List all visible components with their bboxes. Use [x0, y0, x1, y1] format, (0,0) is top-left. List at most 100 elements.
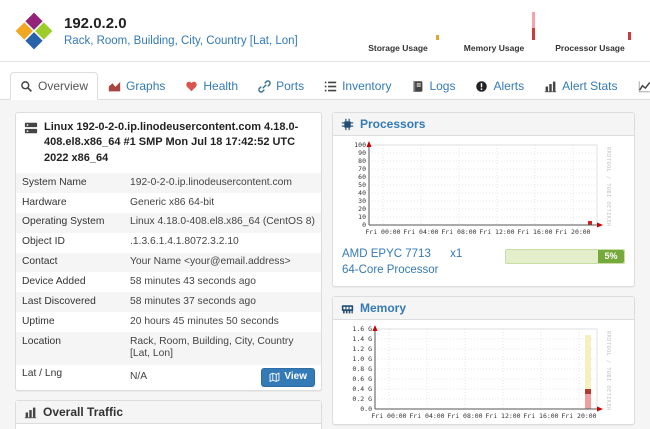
table-row: Operating System Linux 4.18.0-408.el8.x8… — [16, 213, 321, 233]
minigraph-processor[interactable]: Processor Usage — [544, 8, 636, 53]
traffic-chart-icon — [24, 406, 37, 419]
cpu-description: 64-Core Processor — [342, 263, 462, 279]
table-row: Contact Your Name <your@email.address> — [16, 253, 321, 273]
tab-alert-stats[interactable]: Alert Stats — [534, 72, 627, 100]
tab-inventory[interactable]: Inventory — [314, 72, 401, 100]
device-overview-page: 192.0.2.0 Rack, Room, Building, City, Co… — [0, 0, 650, 429]
minigraph-storage-label: Storage Usage — [368, 43, 428, 53]
tick-label: Fri 04:00 — [403, 228, 438, 236]
bar-chart-icon — [544, 80, 557, 93]
tick-label: 50 — [358, 181, 366, 189]
tab-label: Graphs — [126, 79, 165, 93]
tick-label: Fri 16:00 — [523, 412, 558, 420]
header-minigraphs: Storage Usage Memory Usage Processor Usa… — [352, 8, 636, 53]
tab-logs[interactable]: Logs — [401, 72, 465, 100]
row-label: Location — [16, 332, 128, 365]
heart-icon — [185, 80, 198, 93]
tab-health[interactable]: Health — [175, 72, 248, 100]
tab-ports[interactable]: Ports — [248, 72, 314, 100]
view-map-label: View — [284, 371, 307, 384]
tick-label: 0.4 G — [352, 385, 372, 393]
minigraph-memory[interactable]: Memory Usage — [448, 8, 540, 53]
overall-traffic-title: Overall Traffic — [43, 405, 123, 419]
processors-title[interactable]: Processors — [360, 117, 425, 131]
processors-graph[interactable]: 100 90 80 70 60 50 40 30 20 10 0 Fri 00:… — [339, 139, 628, 239]
right-column: Processors 100 90 80 70 60 — [332, 112, 635, 425]
microchip-icon — [341, 118, 354, 131]
row-label: Contact — [16, 253, 128, 273]
left-column: Linux 192-0-2-0.ip.linodeusercontent.com… — [15, 112, 322, 429]
line-chart-icon — [638, 80, 650, 93]
list-icon — [324, 80, 337, 93]
overall-traffic-header: Overall Traffic — [16, 401, 321, 424]
memory-icon — [341, 302, 354, 315]
tick-label: Fri 00:00 — [365, 228, 400, 236]
latlng-value: N/A — [130, 371, 147, 384]
memory-title[interactable]: Memory — [360, 301, 406, 315]
tick-label: Fri 00:00 — [371, 412, 406, 420]
memory-graph[interactable]: 1.6 G 1.4 G 1.2 G 1.0 G 0.8 G 0.6 G 0.4 … — [339, 323, 628, 423]
map-icon — [269, 372, 280, 383]
minigraph-storage[interactable]: Storage Usage — [352, 8, 444, 53]
tab-label: Overview — [38, 79, 88, 93]
system-table: System Name 192-0-2-0.ip.linodeuserconte… — [16, 173, 321, 390]
system-info-card: Linux 192-0-2-0.ip.linodeusercontent.com… — [15, 112, 322, 391]
tick-label: 1.0 G — [352, 355, 372, 363]
row-value: Generic x86 64-bit — [128, 193, 321, 213]
cpu-info: AMD EPYC 7713 x1 64-Core Processor — [342, 247, 462, 278]
overall-traffic-card: Overall Traffic 150 k 100 k 50 k — [15, 400, 322, 429]
tab-alerts[interactable]: Alerts — [465, 72, 534, 100]
minigraph-memory-label: Memory Usage — [464, 43, 524, 53]
tab-overview[interactable]: Overview — [10, 72, 98, 100]
table-row: Location Rack, Room, Building, City, Cou… — [16, 332, 321, 365]
overview-content: Linux 192-0-2-0.ip.linodeusercontent.com… — [0, 100, 650, 429]
row-label: Last Discovered — [16, 292, 128, 312]
row-label: System Name — [16, 173, 128, 193]
rrdtool-watermark: RRDTOOL / TOBI OETIKER — [605, 147, 611, 227]
row-value: 58 minutes 37 seconds ago — [128, 292, 321, 312]
tick-label: 1.6 G — [352, 325, 372, 333]
tick-label: Fri 08:00 — [441, 228, 476, 236]
tick-label: 30 — [358, 197, 366, 205]
table-row: Object ID .1.3.6.1.4.1.8072.3.2.10 — [16, 233, 321, 253]
view-map-button[interactable]: View — [261, 368, 315, 387]
cpu-count: x1 — [450, 248, 462, 260]
tick-label: Fri 04:00 — [409, 412, 444, 420]
tick-label: 1.4 G — [352, 335, 372, 343]
minigraph-processor-label: Processor Usage — [555, 43, 624, 53]
table-row: Device Added 58 minutes 43 seconds ago — [16, 272, 321, 292]
tick-label: 100 — [354, 141, 366, 149]
tab-label: Ports — [276, 79, 304, 93]
cpu-usage-bar: 5% — [505, 249, 625, 264]
cpu-usage-value: 5% — [598, 250, 624, 263]
device-ip: 192.0.2.0 — [64, 15, 298, 32]
memory-card: Memory 1.6 G 1.4 G 1.2 G — [332, 296, 635, 425]
tick-label: Fri 20:00 — [555, 228, 590, 236]
tab-latency[interactable]: Latency — [628, 72, 650, 100]
device-header: 192.0.2.0 Rack, Room, Building, City, Co… — [0, 0, 650, 62]
device-location-link[interactable]: Rack, Room, Building, City, Country [Lat… — [64, 35, 298, 47]
tab-label: Alert Stats — [562, 79, 617, 93]
rrdtool-watermark: RRDTOOL / TOBI OETIKER — [605, 331, 611, 411]
tick-label: 1.2 G — [352, 345, 372, 353]
table-row: Lat / Lng N/A View — [16, 365, 321, 391]
cpu-name-link[interactable]: AMD EPYC 7713 — [342, 248, 431, 260]
tick-label: 90 — [358, 149, 366, 157]
tick-label: 60 — [358, 173, 366, 181]
tab-graphs[interactable]: Graphs — [98, 72, 175, 100]
tab-label: Logs — [429, 79, 455, 93]
tab-label: Inventory — [342, 79, 391, 93]
table-row: System Name 192-0-2-0.ip.linodeuserconte… — [16, 173, 321, 193]
area-chart-icon — [108, 80, 121, 93]
tick-label: 0.0 — [360, 405, 372, 413]
row-value: N/A View — [128, 365, 321, 391]
row-value: 58 minutes 43 seconds ago — [128, 272, 321, 292]
processors-card: Processors 100 90 80 70 60 — [332, 112, 635, 287]
row-value: Your Name <your@email.address> — [128, 253, 321, 273]
tick-label: Fri 20:00 — [561, 412, 596, 420]
server-icon — [24, 121, 38, 135]
table-row: Hardware Generic x86 64-bit — [16, 193, 321, 213]
tick-label: Fri 12:00 — [485, 412, 520, 420]
tab-label: Health — [203, 79, 238, 93]
centos-logo — [14, 11, 54, 51]
